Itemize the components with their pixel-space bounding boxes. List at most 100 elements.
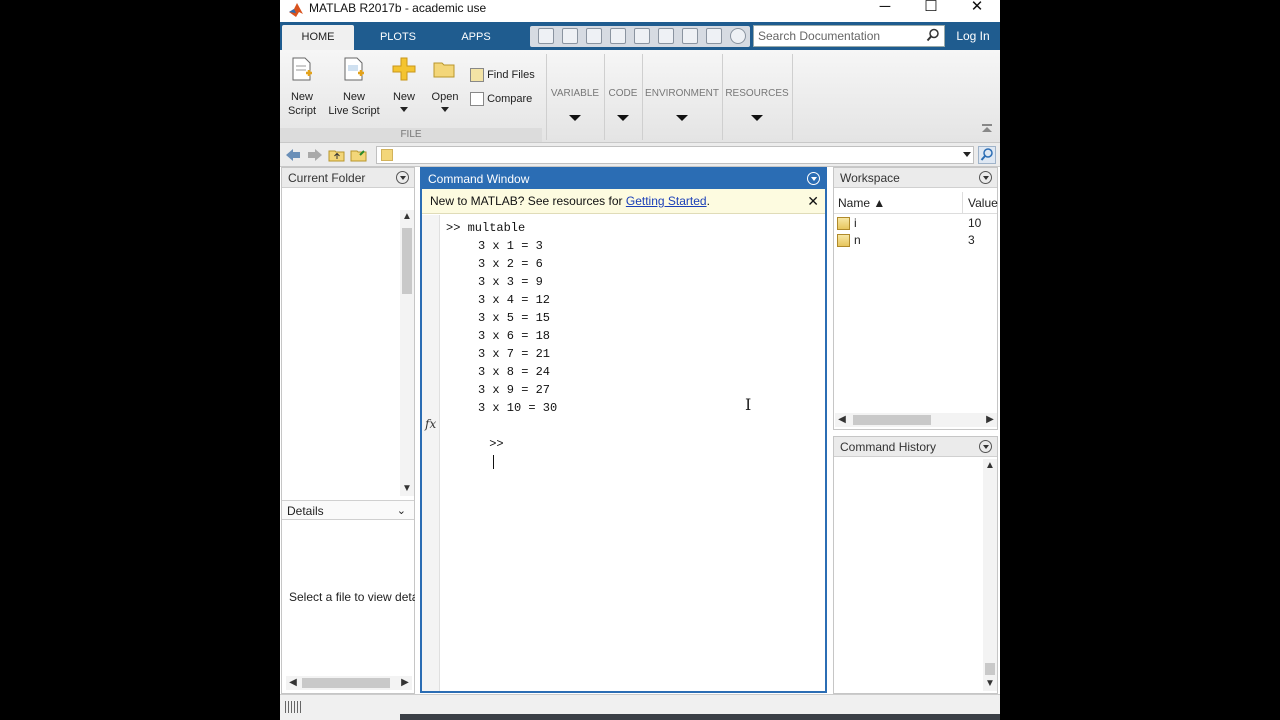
copy-icon[interactable] (610, 28, 626, 44)
folder-vertical-scrollbar[interactable]: ▲ ▼ (400, 210, 414, 496)
new-live-script-button[interactable]: New Live Script (326, 56, 382, 118)
command-prompt[interactable]: >> (446, 417, 504, 489)
matlab-logo-icon (289, 3, 303, 17)
compare-button[interactable]: Compare (470, 92, 540, 107)
panel-options-icon[interactable] (979, 171, 992, 184)
scroll-down-icon[interactable]: ▼ (400, 482, 414, 496)
new-script-label-2: Script (287, 105, 317, 117)
workspace-panel: Workspace Name ▲ Value i 10 n 3 ◀ ▶ (833, 167, 998, 430)
ribbon-tab-row: HOME PLOTS APPS Search Documentation Log… (280, 22, 1000, 50)
output-line: 3 x 7 = 21 (478, 347, 551, 361)
variable-grid-icon (837, 234, 850, 247)
function-browser-icon[interactable]: fx (425, 417, 436, 431)
undo-icon[interactable] (658, 28, 674, 44)
current-folder-panel: Current Folder ▲ ▼ Details ⌄ Select a fi… (281, 167, 415, 694)
scroll-thumb[interactable] (302, 678, 390, 688)
resources-section-button[interactable]: RESOURCES (724, 88, 790, 121)
column-header-value[interactable]: Value (968, 192, 998, 214)
scroll-right-icon[interactable]: ▶ (983, 413, 997, 427)
scroll-thumb[interactable] (853, 415, 931, 425)
folder-icon (381, 149, 393, 161)
details-title: Details (287, 504, 324, 518)
scroll-left-icon[interactable]: ◀ (286, 676, 300, 690)
status-bar-grip-icon[interactable] (285, 701, 301, 713)
panel-options-icon[interactable] (396, 171, 409, 184)
history-vertical-scrollbar[interactable]: ▲ ▼ (983, 459, 997, 691)
output-line: 3 x 1 = 3 (478, 239, 543, 253)
variable-section-button[interactable]: VARIABLE (548, 88, 602, 121)
variable-value: 10 (968, 216, 982, 230)
login-button[interactable]: Log In (950, 25, 996, 47)
variable-dropdown-icon (569, 115, 581, 121)
search-documentation-input[interactable]: Search Documentation (753, 25, 945, 47)
shortcut-icon[interactable] (538, 28, 554, 44)
redo-icon[interactable] (682, 28, 698, 44)
workspace-row[interactable]: i 10 (834, 215, 994, 232)
new-script-icon (292, 57, 312, 81)
minimize-button[interactable]: ─ (862, 0, 908, 22)
scroll-up-icon[interactable]: ▲ (983, 459, 997, 473)
column-header-name[interactable]: Name ▲ (838, 192, 958, 214)
open-dropdown-icon[interactable] (441, 107, 449, 112)
environment-section-button[interactable]: ENVIRONMENT (644, 88, 720, 121)
close-notice-icon[interactable]: ✕ (807, 189, 819, 214)
quick-access-toolbar (530, 26, 750, 47)
open-label: Open (431, 91, 459, 103)
save-icon[interactable] (562, 28, 578, 44)
column-divider (962, 192, 963, 214)
help-icon[interactable] (730, 28, 746, 44)
new-live-script-label-2: Live Script (328, 105, 380, 117)
panel-options-icon[interactable] (979, 440, 992, 453)
scroll-thumb[interactable] (402, 228, 412, 294)
scroll-left-icon[interactable]: ◀ (835, 413, 849, 427)
cut-icon[interactable] (586, 28, 602, 44)
workspace-row[interactable]: n3 (834, 232, 994, 249)
chevron-down-icon[interactable]: ⌄ (397, 501, 406, 521)
switch-windows-icon[interactable] (706, 28, 722, 44)
paste-icon[interactable] (634, 28, 650, 44)
new-script-button[interactable]: New Script (286, 56, 318, 118)
new-button[interactable]: New (390, 56, 418, 112)
workspace-horizontal-scrollbar[interactable]: ◀ ▶ (835, 413, 997, 427)
output-line: 3 x 9 = 27 (478, 383, 551, 397)
open-button[interactable]: Open (430, 56, 460, 112)
output-line: 3 x 3 = 9 (478, 275, 543, 289)
path-dropdown-icon[interactable] (963, 152, 971, 157)
output-line: 3 x 6 = 18 (478, 329, 551, 343)
panel-options-icon[interactable] (807, 172, 820, 185)
tab-home[interactable]: HOME (282, 25, 354, 50)
find-files-button[interactable]: Find Files (470, 68, 540, 83)
maximize-button[interactable]: ☐ (908, 0, 954, 22)
search-folder-icon[interactable] (978, 146, 996, 164)
environment-section-label: ENVIRONMENT (645, 88, 719, 99)
resources-dropdown-icon (751, 115, 763, 121)
folder-horizontal-scrollbar[interactable]: ◀ ▶ (286, 676, 412, 690)
browse-folder-icon[interactable] (350, 147, 368, 163)
tab-apps[interactable]: APPS (440, 25, 512, 50)
scroll-up-icon[interactable]: ▲ (400, 210, 414, 224)
up-folder-icon[interactable] (328, 147, 346, 163)
command-window-panel[interactable]: Command Window New to MATLAB? See resour… (420, 167, 827, 693)
new-dropdown-icon[interactable] (400, 107, 408, 112)
resources-section-label: RESOURCES (725, 88, 789, 99)
scroll-thumb[interactable] (985, 663, 995, 675)
environment-dropdown-icon (676, 115, 688, 121)
scroll-right-icon[interactable]: ▶ (398, 676, 412, 690)
getting-started-notice: New to MATLAB? See resources for Getting… (422, 189, 825, 214)
tab-plots[interactable]: PLOTS (362, 25, 434, 50)
compare-icon (470, 92, 484, 107)
output-line: 3 x 8 = 24 (478, 365, 551, 379)
command-history-panel: Command History ▲ ▼ (833, 436, 998, 694)
text-cursor (493, 454, 495, 469)
current-folder-path-field[interactable] (376, 146, 974, 164)
details-header[interactable]: Details ⌄ (282, 500, 414, 520)
search-icon[interactable] (926, 28, 940, 42)
back-arrow-icon[interactable] (284, 147, 302, 163)
forward-arrow-icon[interactable] (306, 147, 324, 163)
scroll-down-icon[interactable]: ▼ (983, 677, 997, 691)
close-button[interactable]: ✕ (954, 0, 1000, 22)
getting-started-link[interactable]: Getting Started (626, 194, 707, 208)
code-section-button[interactable]: CODE (606, 88, 640, 121)
collapse-ribbon-icon[interactable] (982, 124, 992, 134)
ribbon-toolstrip: New Script New Live Script New Open Find… (280, 50, 1000, 143)
